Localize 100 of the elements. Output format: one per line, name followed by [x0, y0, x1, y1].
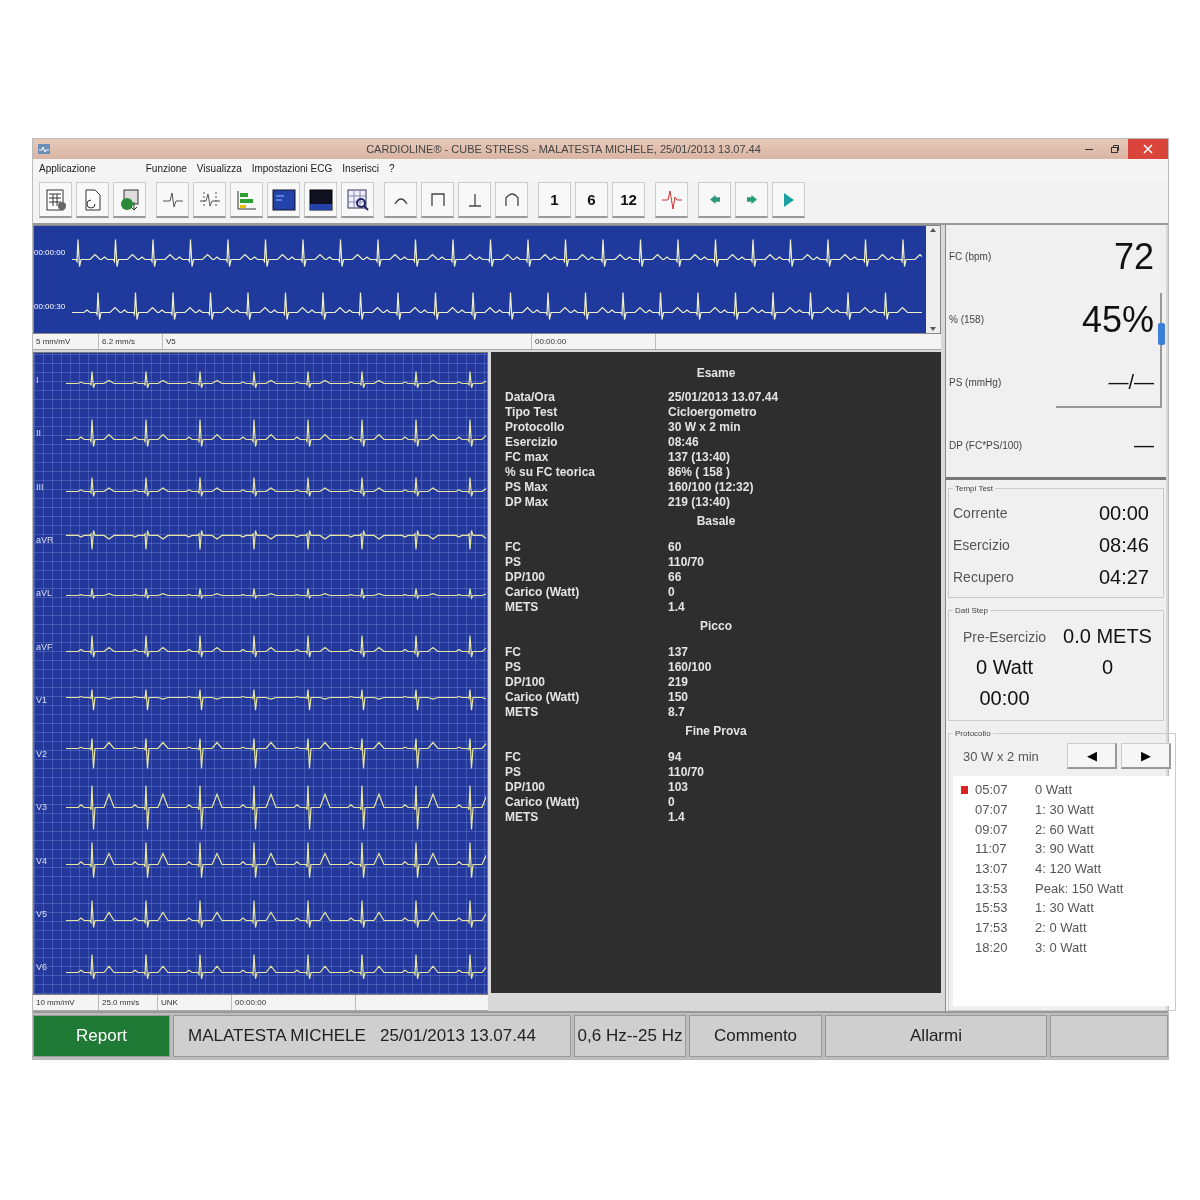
- summary-value: 110/70: [668, 765, 706, 780]
- step-time: 05:07: [975, 782, 1009, 798]
- lead-label: III: [35, 481, 45, 492]
- group-title: Protocollo: [954, 729, 992, 738]
- window-title: CARDIOLINE® - CUBE STRESS - MALATESTA MICHELE, 25/01/2013 13.07.44: [365, 143, 762, 155]
- step-load: 1: 30 Watt: [1035, 802, 1095, 818]
- summary-label: PS: [505, 555, 522, 570]
- summary-label: PS: [505, 765, 522, 780]
- summary-value: 08:46: [668, 435, 700, 450]
- action-button[interactable]: Report: [33, 1015, 170, 1057]
- left-arrow-button[interactable]: [698, 182, 731, 218]
- menu-item[interactable]: Inserisci: [342, 162, 379, 174]
- lead-count-button[interactable]: 6: [575, 182, 608, 218]
- next-button[interactable]: ▶: [1121, 743, 1171, 769]
- step-load: 2: 60 Watt: [1035, 821, 1095, 837]
- strip-status-text: 5 mm/mV: [33, 334, 99, 349]
- step-mets: 0.0 METS: [1063, 625, 1152, 648]
- grid-zoom-button[interactable]: [341, 182, 374, 218]
- lead-label: aVR: [35, 534, 55, 545]
- step-time: 09:07: [975, 821, 1009, 837]
- summary-value: 110/70: [668, 555, 706, 570]
- step-time: 13:53: [975, 880, 1009, 896]
- summary-value: 30 W x 2 min: [668, 420, 742, 435]
- action-button[interactable]: Allarmi: [825, 1015, 1047, 1057]
- step-time: 07:07: [975, 802, 1009, 818]
- lead-status-text: 00:00:00: [232, 995, 356, 1010]
- exam-datetime: 25/01/2013 13.07.44: [379, 1026, 536, 1046]
- close-icon: [1143, 144, 1153, 154]
- lead-count-button[interactable]: 12: [612, 182, 645, 218]
- step-time: 00:00: [979, 687, 1030, 710]
- ecg-spike-button[interactable]: [655, 182, 688, 218]
- filter-range-text: 0,6 Hz--25 Hz: [574, 1015, 686, 1057]
- menu-item[interactable]: Visualizza: [196, 162, 242, 174]
- table-document-button[interactable]: [39, 182, 72, 218]
- summary-label: DP/100: [505, 570, 547, 585]
- vital-label: DP (FC*PS/100): [949, 440, 1023, 451]
- disk-export-button[interactable]: [113, 182, 146, 218]
- summary-label: Protocollo: [505, 420, 566, 435]
- play-icon: [783, 192, 794, 207]
- scrollbar[interactable]: [926, 226, 940, 333]
- strip-status-text: 00:00:00: [532, 334, 656, 349]
- filter-button[interactable]: [495, 182, 528, 218]
- screen-view-button[interactable]: [304, 182, 337, 218]
- menu-item[interactable]: ?: [389, 162, 395, 174]
- lead-label: V2: [35, 748, 48, 759]
- lead-status-text: UNK: [158, 995, 232, 1010]
- step-load: Peak: 150 Watt: [1035, 880, 1125, 896]
- strip-time-label: 00:00:30: [34, 301, 67, 311]
- play-button[interactable]: [772, 182, 805, 218]
- lead-status-text: 10 mm/mV: [33, 995, 99, 1010]
- summary-value: 160/100: [668, 660, 713, 675]
- filter-button[interactable]: [384, 182, 417, 218]
- lead-label: aVF: [35, 641, 54, 652]
- time-value: 00:00: [1098, 501, 1149, 525]
- summary-label: FC max: [505, 450, 550, 465]
- scroll-thumb[interactable]: [1158, 323, 1165, 345]
- strip-status-text: V5: [163, 334, 532, 349]
- step-load: 2: 0 Watt: [1035, 920, 1088, 936]
- summary-label: Carico (Watt): [505, 585, 581, 600]
- step-time: 15:53: [975, 900, 1009, 916]
- summary-label: Esercizio: [505, 435, 559, 450]
- menu-item[interactable]: Impostazioni ECG: [251, 162, 333, 174]
- action-button[interactable]: Commento: [689, 1015, 822, 1057]
- vital-label: % (158): [949, 314, 984, 325]
- filter-button[interactable]: [458, 182, 491, 218]
- summary-label: Carico (Watt): [505, 690, 581, 705]
- vital-label: PS (mmHg): [949, 377, 1002, 388]
- group-title: Tempi Test: [954, 484, 995, 493]
- heartbeat-button[interactable]: [156, 182, 189, 218]
- patient-name: MALATESTA MICHELE: [188, 1026, 366, 1046]
- previous-button[interactable]: ◀: [1067, 743, 1117, 769]
- summary-value: 66: [668, 570, 683, 585]
- step-phase: Pre-Esercizio: [962, 628, 1047, 645]
- summary-value: 94: [668, 750, 683, 765]
- lead-count-button[interactable]: 1: [538, 182, 571, 218]
- section-title: Esame: [695, 365, 737, 382]
- lead-status-text: 25.0 mm/s: [99, 995, 158, 1010]
- summary-value: 137 (13:40): [668, 450, 732, 465]
- summary-value: 0: [668, 795, 676, 810]
- time-label: Recupero: [953, 569, 1014, 585]
- filter-button[interactable]: [421, 182, 454, 218]
- right-arrow-icon: [746, 195, 757, 204]
- document-refresh-button[interactable]: [76, 182, 109, 218]
- heartbeat-marker-button[interactable]: [193, 182, 226, 218]
- time-value: 08:46: [1098, 533, 1149, 557]
- summary-label: Carico (Watt): [505, 795, 581, 810]
- step-watt: 0 Watt: [975, 656, 1034, 679]
- table-document-icon: [43, 187, 68, 212]
- step-time: 13:07: [975, 861, 1009, 877]
- menu-item[interactable]: Funzione: [145, 162, 187, 174]
- summary-value: 137: [668, 645, 690, 660]
- right-arrow-button[interactable]: [735, 182, 768, 218]
- menu-item[interactable]: Applicazione: [39, 162, 96, 174]
- summary-value: 160/100 (12:32): [668, 480, 755, 495]
- summary-label: DP/100: [505, 675, 547, 690]
- lead-label: II: [35, 428, 42, 439]
- panel-view-button[interactable]: [267, 182, 300, 218]
- summary-label: DP Max: [505, 495, 550, 510]
- vital-label: FC (bpm): [949, 251, 992, 262]
- lead-label: V4: [35, 855, 48, 866]
